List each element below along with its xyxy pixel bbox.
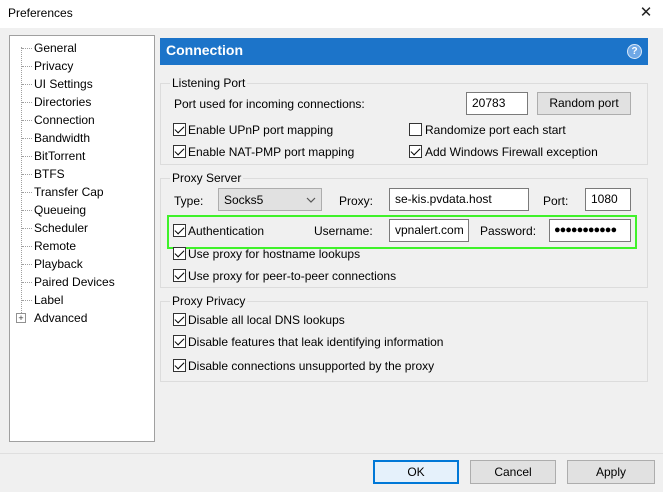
hostname-lookup-checkbox[interactable] bbox=[173, 247, 186, 260]
sidebar-item-label: Queueing bbox=[34, 203, 87, 217]
firewall-checkbox[interactable] bbox=[409, 145, 422, 158]
sidebar-item-label: Scheduler bbox=[34, 221, 89, 235]
tree-connector bbox=[22, 264, 32, 265]
sidebar-item-label: Playback bbox=[34, 257, 83, 271]
firewall-label: Add Windows Firewall exception bbox=[425, 145, 598, 159]
sidebar-item-scheduler[interactable]: Scheduler bbox=[22, 219, 142, 237]
nat-pmp-checkbox[interactable] bbox=[173, 145, 186, 158]
sidebar-item-remote[interactable]: Remote bbox=[22, 237, 142, 255]
sidebar-item-label: Remote bbox=[34, 239, 77, 253]
sidebar-item-queueing[interactable]: Queueing bbox=[22, 201, 142, 219]
proxy-privacy-group-label: Proxy Privacy bbox=[170, 294, 248, 308]
upnp-checkbox[interactable] bbox=[173, 123, 186, 136]
sidebar-item-label: Connection bbox=[34, 113, 95, 127]
tree-connector bbox=[22, 138, 32, 139]
disable-dns-label: Disable all local DNS lookups bbox=[188, 313, 345, 327]
tree-connector bbox=[22, 228, 32, 229]
username-input[interactable]: vpnalert.com bbox=[389, 219, 469, 242]
sidebar-item-connection[interactable]: Connection bbox=[22, 111, 142, 129]
footer-bar bbox=[0, 453, 663, 492]
randomize-port-checkbox[interactable] bbox=[409, 123, 422, 136]
sidebar-item-label: Paired Devices bbox=[34, 275, 115, 289]
disable-leak-label: Disable features that leak identifying i… bbox=[188, 335, 444, 349]
sidebar-item-general[interactable]: General bbox=[22, 39, 142, 57]
type-label: Type: bbox=[174, 194, 204, 208]
close-icon[interactable]: ✕ bbox=[635, 2, 657, 24]
disable-unsupported-checkbox[interactable] bbox=[173, 359, 186, 372]
disable-dns-checkbox[interactable] bbox=[173, 313, 186, 326]
proxy-port-label: Port: bbox=[543, 194, 569, 208]
sidebar-item-label: Privacy bbox=[34, 59, 74, 73]
ok-button[interactable]: OK bbox=[373, 460, 459, 484]
sidebar-item-bandwidth[interactable]: Bandwidth bbox=[22, 129, 142, 147]
sidebar-item-label: BTFS bbox=[34, 167, 65, 181]
window-title: Preferences bbox=[8, 6, 73, 20]
cancel-button[interactable]: Cancel bbox=[470, 460, 556, 484]
tree-connector bbox=[22, 246, 32, 247]
sidebar-item-transfer-cap[interactable]: Transfer Cap bbox=[22, 183, 142, 201]
authentication-checkbox[interactable] bbox=[173, 224, 186, 237]
port-label: Port used for incoming connections: bbox=[174, 97, 365, 111]
proxy-host-label: Proxy: bbox=[339, 194, 374, 208]
password-label: Password: bbox=[480, 224, 537, 238]
listening-port-input[interactable]: 20783 bbox=[466, 92, 528, 115]
tree-connector bbox=[22, 300, 32, 301]
help-icon[interactable]: ? bbox=[627, 44, 642, 59]
listening-port-group-label: Listening Port bbox=[170, 76, 248, 90]
tree-connector bbox=[22, 48, 32, 49]
apply-button[interactable]: Apply bbox=[567, 460, 655, 484]
tree-connector bbox=[22, 174, 32, 175]
sidebar-item-label: BitTorrent bbox=[34, 149, 86, 163]
username-label: Username: bbox=[314, 224, 373, 238]
sidebar-item-label: General bbox=[34, 41, 77, 55]
disable-unsupported-label: Disable connections unsupported by the p… bbox=[188, 359, 435, 373]
proxy-host-input[interactable]: se-kis.pvdata.host bbox=[389, 188, 529, 211]
title-bar bbox=[0, 0, 663, 28]
nat-pmp-label: Enable NAT-PMP port mapping bbox=[188, 145, 355, 159]
tree-connector bbox=[22, 192, 32, 193]
chevron-down-icon bbox=[306, 197, 316, 203]
sidebar-item-directories[interactable]: Directories bbox=[22, 93, 142, 111]
tree-connector bbox=[22, 282, 32, 283]
random-port-button[interactable]: Random port bbox=[537, 92, 631, 115]
sidebar-item-advanced[interactable]: Advanced bbox=[22, 309, 142, 327]
sidebar-item-label: Label bbox=[34, 293, 64, 307]
tree-connector bbox=[22, 102, 32, 103]
sidebar-item-label: Directories bbox=[34, 95, 92, 109]
authentication-label: Authentication bbox=[188, 224, 265, 238]
tree-connector bbox=[22, 84, 32, 85]
sidebar-item-label[interactable]: Label bbox=[22, 291, 142, 309]
password-input[interactable]: ●●●●●●●●●●● bbox=[549, 219, 631, 242]
sidebar-item-btfs[interactable]: BTFS bbox=[22, 165, 142, 183]
sidebar-item-label: Advanced bbox=[34, 311, 88, 325]
proxy-server-group-label: Proxy Server bbox=[170, 171, 244, 185]
proxy-type-select[interactable]: Socks5 bbox=[218, 188, 322, 211]
tree-connector bbox=[22, 210, 32, 211]
sidebar-item-playback[interactable]: Playback bbox=[22, 255, 142, 273]
sidebar-item-label: Bandwidth bbox=[34, 131, 91, 145]
sidebar-item-label: Transfer Cap bbox=[34, 185, 104, 199]
sidebar-item-bittorrent[interactable]: BitTorrent bbox=[22, 147, 142, 165]
sidebar-item-privacy[interactable]: Privacy bbox=[22, 57, 142, 75]
tree-connector bbox=[22, 66, 32, 67]
proxy-type-value: Socks5 bbox=[224, 193, 264, 207]
expand-icon[interactable]: + bbox=[16, 313, 26, 323]
upnp-label: Enable UPnP port mapping bbox=[188, 123, 334, 137]
p2p-proxy-checkbox[interactable] bbox=[173, 269, 186, 282]
p2p-proxy-label: Use proxy for peer-to-peer connections bbox=[188, 269, 397, 283]
hostname-lookup-label: Use proxy for hostname lookups bbox=[188, 247, 361, 261]
sidebar-item-paired-devices[interactable]: Paired Devices bbox=[22, 273, 142, 291]
proxy-port-input[interactable]: 1080 bbox=[585, 188, 631, 211]
tree-connector bbox=[22, 156, 32, 157]
sidebar-item-label: UI Settings bbox=[34, 77, 93, 91]
disable-leak-checkbox[interactable] bbox=[173, 335, 186, 348]
sidebar-item-ui-settings[interactable]: UI Settings bbox=[22, 75, 142, 93]
page-title: Connection bbox=[166, 42, 243, 58]
tree-connector bbox=[22, 120, 32, 121]
randomize-port-label: Randomize port each start bbox=[425, 123, 566, 137]
